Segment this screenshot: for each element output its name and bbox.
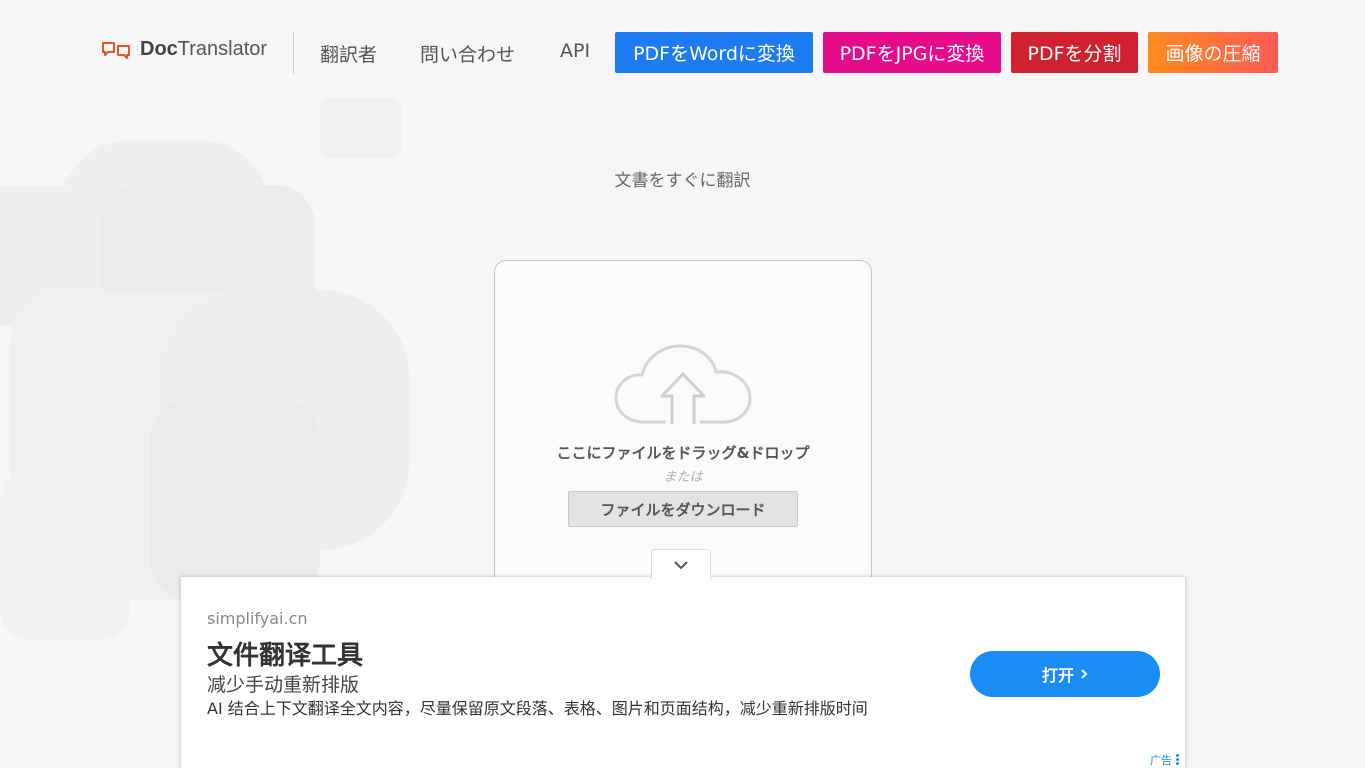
- ad-open-button[interactable]: 打开: [970, 651, 1160, 697]
- ad-description: AI 结合上下文翻译全文内容，尽量保留原文段落、表格、图片和页面结构，减少重新排…: [207, 699, 868, 718]
- logo-text: DocTranslator: [140, 38, 268, 60]
- header-divider: [293, 32, 294, 74]
- ad-title[interactable]: 文件翻译工具: [207, 635, 363, 672]
- split-pdf-button[interactable]: PDFを分割: [1011, 32, 1138, 73]
- drop-instructions: ここにファイルをドラッグ&ドロップ: [556, 444, 810, 462]
- chevron-right-icon: [1081, 669, 1088, 679]
- more-options-icon: [1176, 754, 1179, 766]
- cloud-upload-icon: [614, 344, 752, 424]
- nav-link-translator[interactable]: 翻訳者: [320, 40, 377, 67]
- pdf-to-word-button[interactable]: PDFをWordに変換: [615, 32, 813, 73]
- logo[interactable]: DocTranslator: [101, 38, 267, 61]
- ad-subtitle: 减少手动重新排版: [207, 674, 360, 696]
- ad-choices[interactable]: 广告: [1150, 752, 1179, 768]
- or-separator: または: [663, 470, 703, 485]
- nav-link-api[interactable]: API: [560, 40, 590, 62]
- ad-open-label: 打开: [1041, 666, 1074, 685]
- ad-domain: simplifyai.cn: [207, 609, 308, 628]
- chevron-down-icon: [674, 561, 688, 570]
- ad-banner[interactable]: simplifyai.cn 文件翻译工具 减少手动重新排版 AI 结合上下文翻译…: [181, 577, 1185, 768]
- doctranslator-logo-icon: [102, 41, 130, 59]
- hero-tagline: 文書をすぐに翻訳: [614, 171, 751, 191]
- pdf-to-jpg-button[interactable]: PDFをJPGに変換: [823, 32, 1001, 73]
- compress-image-button[interactable]: 画像の圧縮: [1148, 32, 1278, 73]
- top-navigation: DocTranslator 翻訳者 問い合わせ API PDFをWordに変換 …: [0, 0, 1365, 100]
- collapse-ad-button[interactable]: [651, 549, 711, 580]
- ad-label-text: 广告: [1150, 754, 1172, 767]
- choose-file-button[interactable]: ファイルをダウンロード: [568, 491, 798, 527]
- nav-link-contact[interactable]: 問い合わせ: [420, 40, 515, 67]
